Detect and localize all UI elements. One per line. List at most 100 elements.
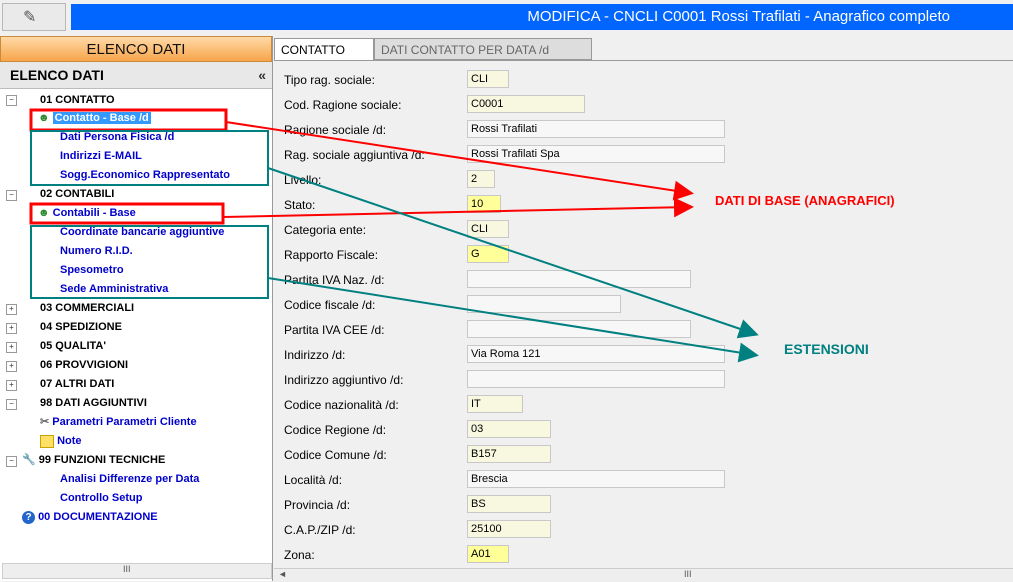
- field-label: Provincia /d:: [284, 498, 351, 512]
- note-icon: [40, 434, 54, 448]
- field-label: Livello:: [284, 173, 322, 187]
- codice-nazionalita-field[interactable]: IT: [467, 395, 523, 413]
- tree-item-label: 00 DOCUMENTAZIONE: [38, 511, 158, 523]
- tree-item-parametri[interactable]: ✂ Parametri Parametri Cliente: [40, 413, 197, 431]
- collapse-toggle-icon[interactable]: −: [6, 95, 17, 106]
- field-label: Partita IVA Naz. /d:: [284, 273, 385, 287]
- partita-iva-cee-field[interactable]: [467, 320, 691, 338]
- tree-node-documentazione[interactable]: ? 00 DOCUMENTAZIONE: [22, 508, 158, 526]
- expand-toggle-icon[interactable]: +: [6, 323, 17, 334]
- tree-item-sogg-economico[interactable]: Sogg.Economico Rappresentato: [60, 166, 230, 184]
- rapporto-fiscale-field[interactable]: G: [467, 245, 509, 263]
- field-label: Cod. Ragione sociale:: [284, 98, 402, 112]
- wrench-icon: 🔧: [22, 454, 36, 466]
- tipo-rag-sociale-field[interactable]: CLI: [467, 70, 509, 88]
- field-label: Zona:: [284, 548, 315, 562]
- left-panel-header: ELENCO DATI: [0, 36, 272, 62]
- codice-regione-field[interactable]: 03: [467, 420, 551, 438]
- tree-item-contabili-base[interactable]: ☻ Contabili - Base: [38, 204, 136, 222]
- indirizzo-field[interactable]: Via Roma 121: [467, 345, 725, 363]
- field-label: Codice Regione /d:: [284, 423, 387, 437]
- rag-sociale-aggiuntiva-field[interactable]: Rossi Trafilati Spa: [467, 145, 725, 163]
- ragione-sociale-field[interactable]: Rossi Trafilati: [467, 120, 725, 138]
- field-label: Ragione sociale /d:: [284, 123, 387, 137]
- tree-item-label: Contatto - Base /d: [52, 112, 151, 124]
- contact-form: Tipo rag. sociale: CLI Cod. Ragione soci…: [274, 60, 1013, 569]
- tree-title: ELENCO DATI «: [0, 62, 272, 89]
- field-label: Tipo rag. sociale:: [284, 73, 375, 87]
- provincia-field[interactable]: BS: [467, 495, 551, 513]
- tree-title-label: ELENCO DATI: [10, 67, 104, 83]
- bottom-horizontal-scrollbar[interactable]: ◄ III: [274, 568, 1013, 582]
- tree-node-contatto[interactable]: 01 CONTATTO: [40, 91, 115, 109]
- codice-fiscale-field[interactable]: [467, 295, 621, 313]
- tree-item-indirizzi-email[interactable]: Indirizzi E-MAIL: [60, 147, 142, 165]
- tab-dati-contatto-per-data[interactable]: DATI CONTATTO PER DATA /d: [374, 38, 592, 60]
- field-label: Categoria ente:: [284, 223, 367, 237]
- scroll-thumb[interactable]: III: [684, 569, 692, 579]
- tree-item-spesometro[interactable]: Spesometro: [60, 261, 124, 279]
- tree-item-label: Note: [57, 435, 82, 447]
- field-label: Rag. sociale aggiuntiva /d:: [284, 148, 425, 162]
- partita-iva-naz-field[interactable]: [467, 270, 691, 288]
- tree-node-commerciali[interactable]: 03 COMMERCIALI: [40, 299, 134, 317]
- indirizzo-aggiuntivo-field[interactable]: [467, 370, 725, 388]
- tab-contatto[interactable]: CONTATTO: [274, 38, 374, 60]
- livello-field[interactable]: 2: [467, 170, 495, 188]
- collapse-toggle-icon[interactable]: −: [6, 190, 17, 201]
- localita-field[interactable]: Brescia: [467, 470, 725, 488]
- left-panel: ELENCO DATI ELENCO DATI « − 01 CONTATTO …: [0, 36, 273, 581]
- field-label: Rapporto Fiscale:: [284, 248, 379, 262]
- tree-item-dati-persona[interactable]: Dati Persona Fisica /d: [60, 128, 174, 146]
- tree-item-contatto-base[interactable]: ☻ Contatto - Base /d: [38, 109, 151, 127]
- expand-toggle-icon[interactable]: +: [6, 342, 17, 353]
- field-label: Indirizzo /d:: [284, 348, 346, 362]
- users-icon: ☻: [38, 207, 50, 219]
- tree-item-label: Parametri Parametri Cliente: [52, 416, 197, 428]
- tree-node-altri-dati[interactable]: 07 ALTRI DATI: [40, 375, 114, 393]
- tree-item-sede-amministrativa[interactable]: Sede Amministrativa: [60, 280, 168, 298]
- tree-item-numero-rid[interactable]: Numero R.I.D.: [60, 242, 133, 260]
- tree-item-controllo[interactable]: Controllo Setup: [60, 489, 143, 507]
- cod-ragione-sociale-field[interactable]: C0001: [467, 95, 585, 113]
- tree-node-funzioni[interactable]: 🔧 99 FUNZIONI TECNICHE: [22, 451, 165, 469]
- tree-node-qualita[interactable]: 05 QUALITA': [40, 337, 106, 355]
- cap-field[interactable]: 25100: [467, 520, 551, 538]
- collapse-toggle-icon[interactable]: −: [6, 399, 17, 410]
- collapse-icon[interactable]: «: [258, 62, 266, 88]
- window-title: MODIFICA - CNCLI C0001 Rossi Trafilati -…: [71, 4, 1013, 30]
- left-horizontal-scrollbar[interactable]: III: [2, 563, 272, 579]
- expand-toggle-icon[interactable]: +: [6, 380, 17, 391]
- scroll-left-arrow-icon[interactable]: ◄: [278, 569, 287, 579]
- annotation-dati-base: DATI DI BASE (ANAGRAFICI): [715, 193, 895, 208]
- field-label: Indirizzo aggiuntivo /d:: [284, 373, 404, 387]
- paperclip-icon: ✂: [40, 416, 50, 428]
- field-label: C.A.P./ZIP /d:: [284, 523, 356, 537]
- stato-field[interactable]: 10: [467, 195, 501, 213]
- top-bar: ✎ MODIFICA - CNCLI C0001 Rossi Trafilati…: [0, 0, 1013, 34]
- toolbar-button[interactable]: ✎: [2, 3, 66, 31]
- tree-item-analisi[interactable]: Analisi Differenze per Data: [60, 470, 199, 488]
- expand-toggle-icon[interactable]: +: [6, 361, 17, 372]
- field-label: Località /d:: [284, 473, 343, 487]
- field-label: Codice nazionalità /d:: [284, 398, 399, 412]
- field-label: Codice Comune /d:: [284, 448, 387, 462]
- tree-item-coordinate[interactable]: Coordinate bancarie aggiuntive: [60, 223, 224, 241]
- codice-comune-field[interactable]: B157: [467, 445, 551, 463]
- tree-item-label: 99 FUNZIONI TECNICHE: [38, 454, 166, 466]
- users-icon: ☻: [38, 112, 50, 124]
- collapse-toggle-icon[interactable]: −: [6, 456, 17, 467]
- zona-field[interactable]: A01: [467, 545, 509, 563]
- tree-node-provvigioni[interactable]: 06 PROVVIGIONI: [40, 356, 128, 374]
- help-icon: ?: [22, 511, 35, 524]
- scroll-thumb[interactable]: III: [123, 564, 131, 574]
- tree-item-label: Contabili - Base: [52, 207, 136, 219]
- tree-node-spedizione[interactable]: 04 SPEDIZIONE: [40, 318, 122, 336]
- categoria-ente-field[interactable]: CLI: [467, 220, 509, 238]
- expand-toggle-icon[interactable]: +: [6, 304, 17, 315]
- field-label: Partita IVA CEE /d:: [284, 323, 385, 337]
- annotation-estensioni: ESTENSIONI: [784, 341, 869, 357]
- tree-node-contabili[interactable]: 02 CONTABILI: [40, 185, 114, 203]
- tree-node-dati-aggiuntivi[interactable]: 98 DATI AGGIUNTIVI: [40, 394, 147, 412]
- tree-item-note[interactable]: Note: [40, 432, 82, 450]
